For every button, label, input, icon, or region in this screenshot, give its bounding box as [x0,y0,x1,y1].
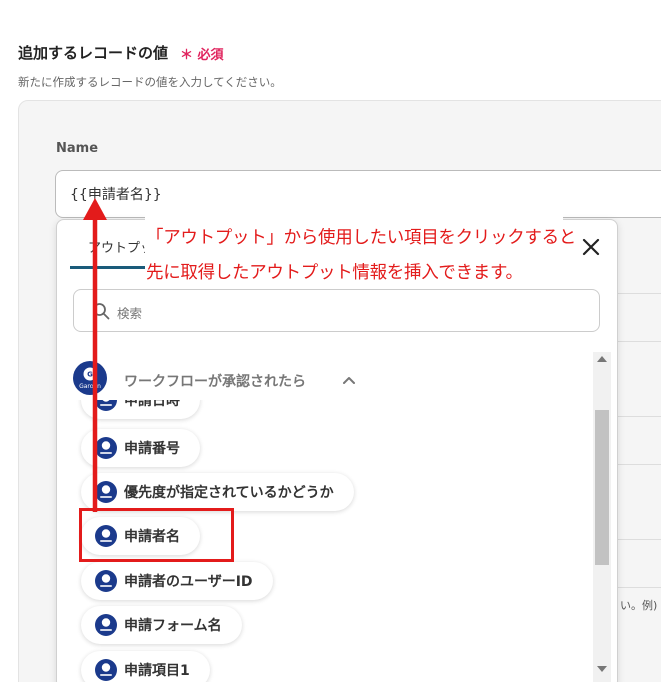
output-item-application-datetime[interactable]: 申請日時 [81,400,200,419]
name-input-value: {{申請者名}} [70,187,162,203]
field-hint-text: い。例) [620,599,658,612]
group-title[interactable]: ワークフローが承認されたら [124,371,306,391]
output-item-priority-flag[interactable]: 優先度が指定されているかどうか [81,473,354,511]
section-title: 追加するレコードの値 [18,44,169,62]
output-item-label: 申請項目1 [124,663,190,679]
garoon-mini-logo-icon [95,437,117,459]
name-input[interactable]: {{申請者名}} [55,170,661,218]
output-item-label: 申請フォーム名 [124,618,222,634]
output-item-list: 申請日時 申請番号 優先度が指定されているかどうか 申請者名 申請者のユーザーI… [57,400,592,682]
search-input[interactable] [73,289,600,332]
required-mark: ＊ [180,48,194,63]
row-divider [617,341,661,342]
garoon-mini-logo-icon [95,481,117,503]
required-label: 必須 [197,48,224,63]
output-item-label: 申請者名 [124,529,180,545]
row-divider [617,416,661,417]
output-item-application-number[interactable]: 申請番号 [81,429,200,467]
close-icon [582,238,600,256]
garoon-mini-logo-icon [95,614,117,636]
output-item-label: 申請者のユーザーID [124,574,253,590]
required-badge: ＊ 必須 [180,44,224,63]
output-item-label: 申請番号 [124,441,180,457]
section-description: 新たに作成するレコードの値を入力してください。 [18,75,282,89]
output-item-form-name[interactable]: 申請フォーム名 [81,606,242,644]
close-button[interactable] [578,234,604,260]
output-item-applicant-name[interactable]: 申請者名 [81,517,200,555]
garoon-logo-text: Garoon [79,383,101,390]
search-icon [93,303,110,320]
output-item-label: 申請日時 [124,400,180,409]
row-divider [617,293,661,294]
garoon-logo-icon: G Garoon [73,361,107,395]
tab-active-indicator [70,266,150,269]
annotation-line-2: 先に取得したアウトプット情報を挿入できます。 [146,263,523,283]
garoon-mini-logo-icon [95,400,117,411]
row-divider [617,587,661,588]
scroll-up-arrow[interactable] [597,356,607,362]
scroll-down-arrow[interactable] [597,666,607,672]
garoon-mini-logo-icon [95,659,117,681]
search-placeholder: 検索 [117,306,143,321]
output-item-application-field-1[interactable]: 申請項目1 [81,651,210,682]
output-item-applicant-user-id[interactable]: 申請者のユーザーID [81,562,273,600]
chevron-up-icon[interactable] [342,373,356,387]
garoon-mini-logo-icon [95,570,117,592]
svg-text:G: G [87,371,93,379]
scroll-thumb[interactable] [595,410,609,565]
output-item-label: 優先度が指定されているかどうか [124,485,334,501]
garoon-mini-logo-icon [95,525,117,547]
row-divider [617,539,661,540]
row-divider [617,464,661,465]
name-field-label: Name [56,141,99,156]
annotation-line-1: 「アウトプット」から使用したい項目をクリックすると [146,228,576,248]
